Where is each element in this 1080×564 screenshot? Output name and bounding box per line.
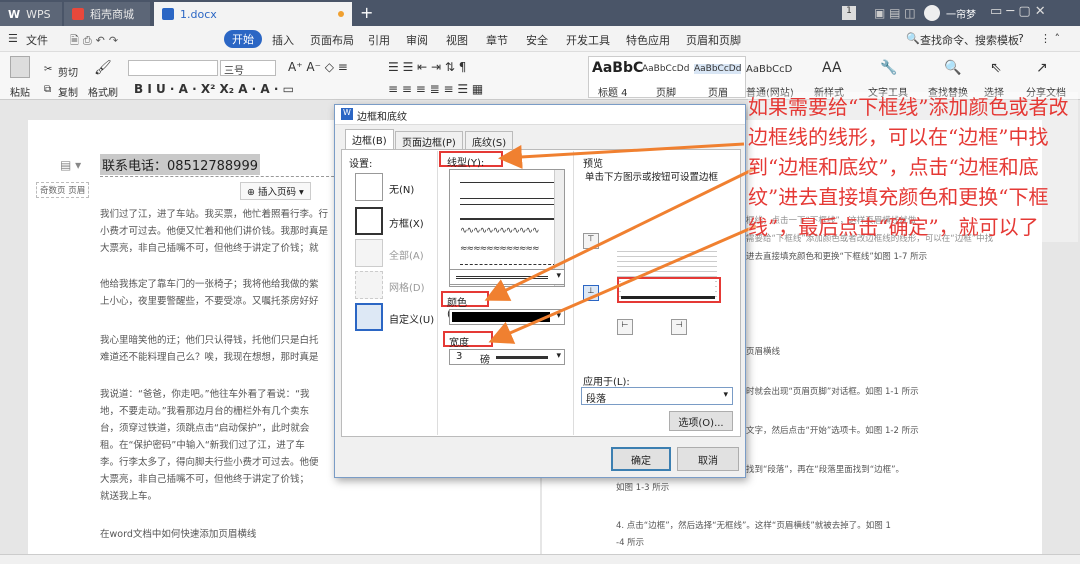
status-bar xyxy=(0,554,1080,564)
arrow-to-width-label xyxy=(488,224,757,344)
arrow-to-color-label xyxy=(484,166,757,301)
annotation-arrows xyxy=(484,142,757,344)
annotation-text: 如果需要给“下框线”添加颜色或者改边框线的线形，可以在“边框”中找到“边框和底纹… xyxy=(748,92,1078,242)
arrow-to-style-label xyxy=(498,142,745,169)
